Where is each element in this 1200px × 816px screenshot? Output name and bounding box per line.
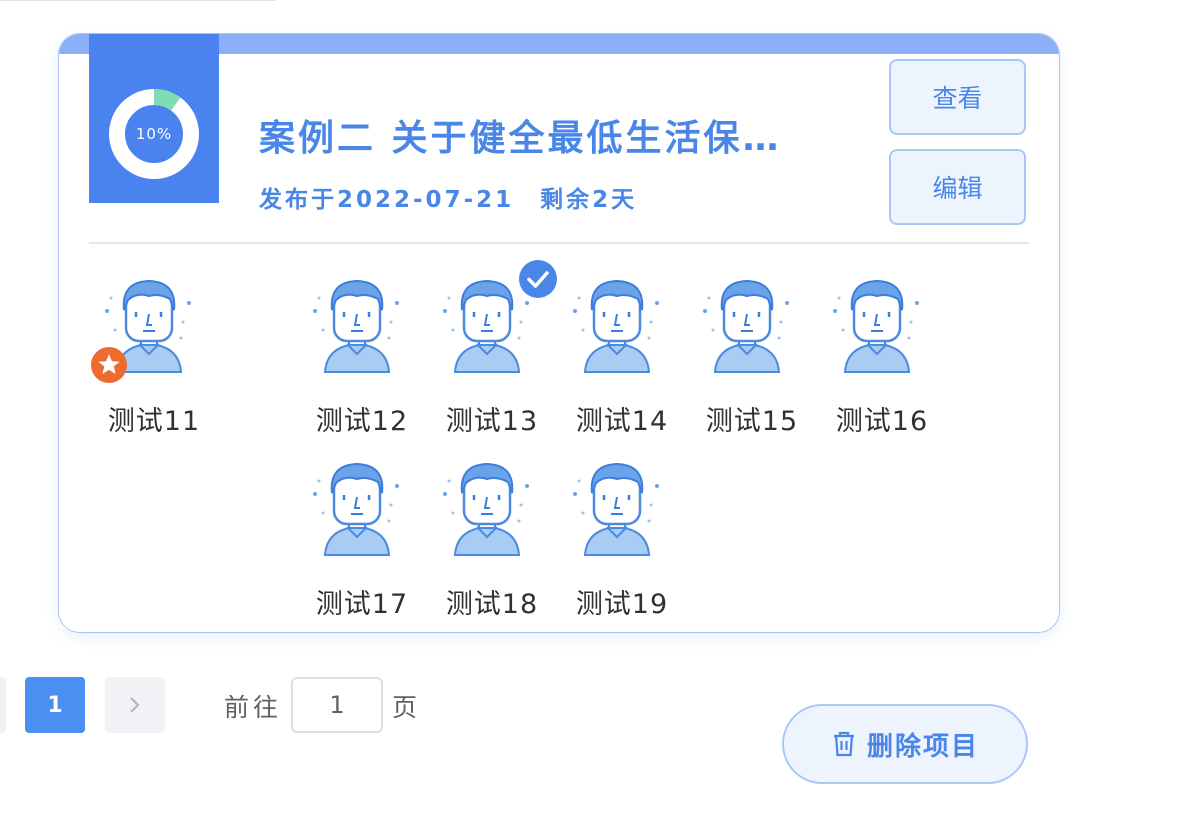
user-avatar-icon <box>307 274 407 374</box>
member-name: 测试11 <box>107 406 201 437</box>
member-item[interactable]: 测试13 <box>437 260 567 437</box>
goto-label: 前往 <box>224 693 283 722</box>
member-name: 测试15 <box>705 406 799 437</box>
member-name: 测试14 <box>575 406 669 437</box>
days-remaining: 剩余2天 <box>540 187 638 213</box>
card-body: 10% 案例二 关于健全最低生活保… 发布于2022-07-21 剩余2天 查看 … <box>59 34 1059 632</box>
delete-project-label: 删除项目 <box>866 731 979 762</box>
top-divider-line <box>0 0 276 1</box>
member-name: 测试18 <box>445 589 539 620</box>
goto-page-input[interactable] <box>291 677 383 733</box>
user-avatar-icon <box>827 274 927 374</box>
card-divider <box>89 242 1029 244</box>
member-item[interactable]: 测试14 <box>567 274 697 437</box>
user-avatar-icon <box>567 274 667 374</box>
member-name: 测试17 <box>315 589 409 620</box>
publish-date: 发布于2022-07-21 <box>259 187 515 213</box>
chevron-right-icon <box>130 697 140 713</box>
member-item[interactable]: 测试12 <box>307 274 437 437</box>
page-suffix-label: 页 <box>392 693 418 722</box>
member-item[interactable]: 测试17 <box>307 457 437 620</box>
member-item[interactable]: 测试16 <box>827 274 957 437</box>
member-name: 测试19 <box>575 589 669 620</box>
user-avatar-icon <box>567 457 667 557</box>
pagination-current-page[interactable]: 1 <box>25 677 85 733</box>
view-button[interactable]: 查看 <box>889 59 1026 135</box>
member-name: 测试13 <box>445 406 539 437</box>
trash-icon <box>833 731 854 757</box>
progress-percent: 10% <box>135 125 173 143</box>
member-name: 测试16 <box>835 406 929 437</box>
user-avatar-icon <box>697 274 797 374</box>
member-item[interactable]: 测试18 <box>437 457 567 620</box>
check-badge-icon <box>519 260 557 298</box>
pagination-next-button[interactable] <box>105 677 165 733</box>
user-avatar-icon <box>307 457 407 557</box>
progress-panel: 10% <box>89 34 219 203</box>
member-item[interactable]: 测试19 <box>567 457 697 620</box>
project-card: 10% 案例二 关于健全最低生活保… 发布于2022-07-21 剩余2天 查看 … <box>58 33 1060 633</box>
member-item[interactable]: 测试11 <box>91 274 229 437</box>
user-avatar-icon <box>437 457 537 557</box>
edit-button[interactable]: 编辑 <box>889 149 1026 225</box>
delete-project-button[interactable]: 删除项目 <box>782 704 1028 784</box>
member-item[interactable]: 测试15 <box>697 274 827 437</box>
pagination-prev-button[interactable] <box>0 677 6 733</box>
member-name: 测试12 <box>315 406 409 437</box>
star-badge-icon <box>91 347 127 383</box>
project-title: 案例二 关于健全最低生活保… <box>259 118 782 159</box>
project-meta: 发布于2022-07-21 剩余2天 <box>259 180 637 214</box>
